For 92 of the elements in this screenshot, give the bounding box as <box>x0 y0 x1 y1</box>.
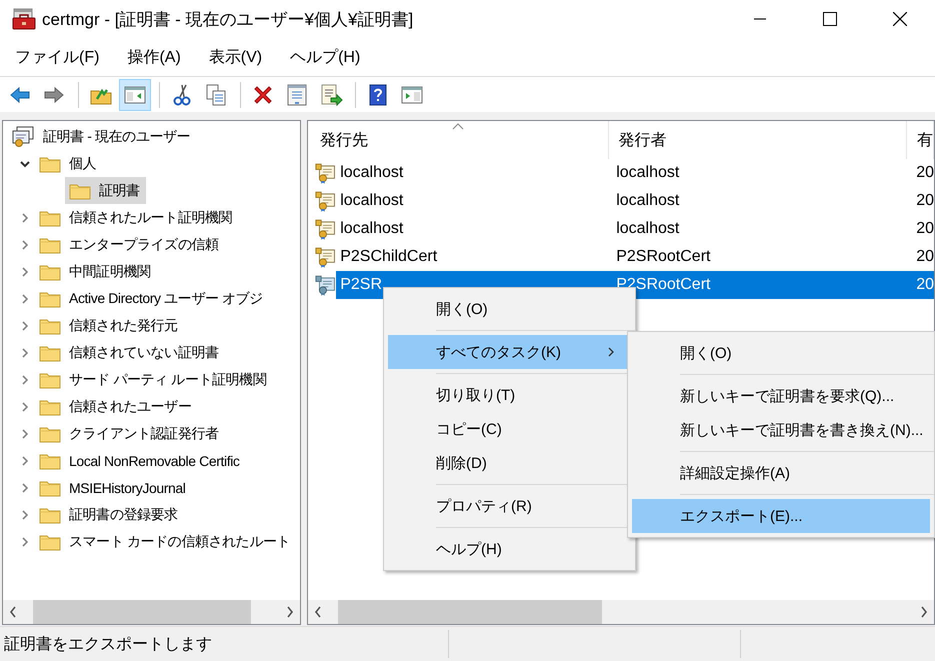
toolbar-button[interactable] <box>119 78 151 110</box>
tree-item[interactable]: クライアント認証発行者 <box>35 420 225 447</box>
scrollbar-thumb[interactable] <box>338 600 602 624</box>
scroll-left-icon[interactable] <box>314 606 322 618</box>
table-cell-text: localhost <box>339 220 404 238</box>
tree-item[interactable]: 証明書 - 現在のユーザー <box>7 123 196 150</box>
scroll-right-icon[interactable] <box>920 606 928 618</box>
certificate-icon <box>315 161 336 185</box>
table-cell-text: 20 <box>915 164 934 182</box>
tree-item[interactable]: MSIEHistoryJournal <box>35 474 192 501</box>
scrollbar-thumb[interactable] <box>33 600 251 624</box>
menu-bar-item[interactable]: 表示(V) <box>200 42 270 72</box>
folder-icon <box>39 424 61 442</box>
horizontal-scrollbar[interactable] <box>308 600 934 624</box>
menu-item[interactable]: ヘルプ(H) <box>388 532 631 566</box>
menu-item[interactable]: プロパティ(R) <box>388 489 631 523</box>
sort-ascending-icon <box>452 123 464 130</box>
certificate-store-icon <box>11 126 35 148</box>
tree-item[interactable]: Local NonRemovable Certific <box>35 447 246 474</box>
table-cell-text: P2SChildCert <box>339 248 438 266</box>
table-cell-text: 20 <box>915 192 934 210</box>
list-row[interactable]: localhost localhost 20 <box>336 159 934 187</box>
folder-icon <box>39 478 61 496</box>
scroll-left-icon[interactable] <box>9 606 17 618</box>
table-cell-text: localhost <box>339 164 404 182</box>
table-cell-text: localhost <box>615 164 680 182</box>
menu-bar-item[interactable]: 操作(A) <box>119 42 189 72</box>
menu-item[interactable]: 削除(D) <box>388 446 631 480</box>
folder-icon <box>39 316 61 334</box>
folder-icon <box>39 236 61 254</box>
tree-item[interactable]: 信頼されていない証明書 <box>35 339 225 366</box>
menu-bar-item[interactable]: ヘルプ(H) <box>282 42 368 72</box>
certificate-icon <box>315 273 336 297</box>
table-cell-text: P2SR <box>339 276 383 294</box>
tree-item[interactable]: 証明書の登録要求 <box>35 501 184 528</box>
tree-item[interactable]: Active Directory ユーザー オブジ <box>35 285 269 312</box>
copy-icon <box>204 82 228 106</box>
folder-icon <box>39 262 61 280</box>
folder-icon <box>39 208 61 226</box>
horizontal-scrollbar[interactable] <box>3 600 300 624</box>
certificate-icon <box>315 189 336 213</box>
certificate-icon <box>315 217 336 241</box>
folder-icon <box>39 370 61 388</box>
certificate-icon <box>315 245 336 269</box>
list-row[interactable]: localhost localhost 20 <box>336 215 934 243</box>
status-text: 証明書をエクスポートします <box>0 630 449 658</box>
close-icon <box>893 12 907 26</box>
tree-item[interactable]: 中間証明機関 <box>35 258 157 285</box>
table-cell-text: P2SRootCert <box>615 248 712 266</box>
folder-icon <box>69 182 91 200</box>
list-row[interactable]: P2SChildCert P2SRootCert 20 <box>336 243 934 271</box>
properties-icon <box>285 82 309 106</box>
minimize-icon <box>754 18 766 20</box>
tree-item[interactable]: エンタープライズの信頼 <box>35 231 225 258</box>
tree-item[interactable]: 信頼されたユーザー <box>35 393 198 420</box>
tree-item[interactable]: サード パーティ ルート証明機関 <box>35 366 272 393</box>
table-cell-text: localhost <box>615 220 680 238</box>
folder-icon <box>39 532 61 550</box>
menu-item[interactable]: 新しいキーで証明書を要求(Q)... <box>632 379 930 413</box>
table-cell-text: 20 <box>915 220 934 238</box>
menu-item[interactable]: コピー(C) <box>388 412 631 446</box>
tree-item[interactable]: 証明書 <box>65 177 146 204</box>
table-cell-text: 20 <box>915 248 934 266</box>
folder-icon <box>39 290 61 308</box>
menu-item[interactable]: 開く(O) <box>632 336 930 370</box>
menu-item[interactable]: 新しいキーで証明書を書き換え(N)... <box>632 413 930 447</box>
table-cell-text: 20 <box>915 276 934 294</box>
column-header[interactable]: 発行先 <box>308 121 608 159</box>
column-header[interactable]: 有 <box>907 121 934 159</box>
table-cell-text: P2SRootCert <box>615 276 712 294</box>
tree-item[interactable]: 信頼されたルート証明機関 <box>35 204 238 231</box>
export-icon <box>319 82 343 106</box>
scroll-right-icon[interactable] <box>286 606 294 618</box>
tree-item[interactable]: スマート カードの信頼されたルート <box>35 528 296 555</box>
folder-icon <box>39 344 61 362</box>
menu-item[interactable]: エクスポート(E)... <box>632 499 930 533</box>
menu-item[interactable]: 切り取り(T) <box>388 378 631 412</box>
table-cell-text: localhost <box>615 192 680 210</box>
toolbox-icon <box>12 8 36 30</box>
menu-item[interactable]: 詳細設定操作(A) <box>632 456 930 490</box>
column-header[interactable]: 発行者 <box>608 121 907 159</box>
tree-item[interactable]: 信頼された発行元 <box>35 312 184 339</box>
tree-item[interactable]: 個人 <box>35 150 102 177</box>
folder-icon <box>39 154 61 172</box>
window-title: certmgr - [証明書 - 現在のユーザー¥個人¥証明書] <box>42 8 414 30</box>
folder-icon <box>39 452 61 470</box>
menu-bar-item[interactable]: ファイル(F) <box>7 42 108 72</box>
table-cell-text: localhost <box>339 192 404 210</box>
folder-icon <box>39 506 61 524</box>
list-row[interactable]: localhost localhost 20 <box>336 187 934 215</box>
folder-icon <box>39 398 61 416</box>
maximize-icon <box>823 12 837 26</box>
